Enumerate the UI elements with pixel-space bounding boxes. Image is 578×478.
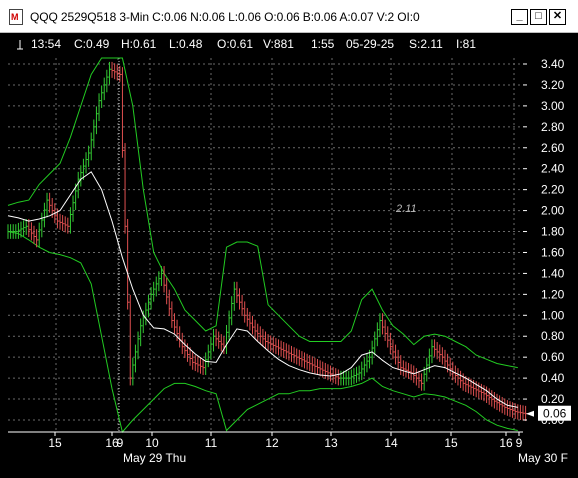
- price-axis-label: 2.40: [541, 162, 565, 176]
- window-titlebar[interactable]: M QQQ 2529Q518 3-Min C:0.06 N:0.06 L:0.0…: [0, 0, 578, 33]
- last-price-label: 0.06: [543, 407, 567, 421]
- time-axis-label: 16: [499, 436, 513, 450]
- price-axis-label: 1.40: [541, 266, 565, 280]
- date-label: May 29 Thu: [123, 451, 186, 465]
- close-button[interactable]: ✕: [549, 9, 566, 25]
- info-i-value: I:81: [456, 37, 476, 51]
- time-axis[interactable]: 15 16 10 11 12 13 14 15 16 99May 29 Thu May 30 F: [8, 431, 568, 465]
- maximize-button[interactable]: □: [530, 9, 547, 25]
- price-chart[interactable]: 13:54 C:0.49 H:0.61 L:0.48 O:0.61 V:881 …: [0, 33, 578, 473]
- window-title: QQQ 2529Q518 3-Min C:0.06 N:0.06 L:0.06 …: [30, 10, 420, 24]
- time-axis-label: 9: [117, 436, 124, 450]
- price-axis-label: 1.00: [541, 308, 565, 322]
- price-axis-label: 2.80: [541, 120, 565, 134]
- last-price-arrow: [526, 410, 534, 417]
- time-axis-label: 9: [516, 436, 523, 450]
- info-bar-time: 1:55: [311, 37, 335, 51]
- chart-grid: [8, 58, 523, 432]
- info-high: H:0.61: [121, 37, 157, 51]
- info-date: 05-29-25: [346, 37, 394, 51]
- price-axis-label: 2.00: [541, 204, 565, 218]
- band-lines: [7, 57, 518, 434]
- chart-area[interactable]: 13:54 C:0.49 H:0.61 L:0.48 O:0.61 V:881 …: [0, 33, 578, 473]
- price-axis-label: 1.60: [541, 245, 565, 259]
- info-volume: V:881: [263, 37, 294, 51]
- info-low: L:0.48: [169, 37, 203, 51]
- minimize-button[interactable]: _: [511, 9, 528, 25]
- price-axis-label: 2.60: [541, 141, 565, 155]
- time-axis-label: 12: [265, 436, 279, 450]
- info-time: 13:54: [31, 37, 61, 51]
- price-bars: [7, 61, 528, 422]
- time-axis-label: 15: [444, 436, 458, 450]
- price-axis-label: 2.20: [541, 183, 565, 197]
- price-axis-label: 1.20: [541, 287, 565, 301]
- average-line: [7, 171, 518, 408]
- time-axis-label: 10: [145, 436, 159, 450]
- app-icon: M: [9, 9, 23, 25]
- average-line-path: [7, 171, 518, 408]
- time-axis-label: 11: [205, 436, 218, 450]
- time-axis-label: 13: [324, 436, 338, 450]
- date-label: May 30 F: [518, 451, 568, 465]
- chart-annotation: 2.11: [395, 203, 417, 215]
- price-axis-label: 0.60: [541, 350, 565, 364]
- info-bar: 13:54 C:0.49 H:0.61 L:0.48 O:0.61 V:881 …: [17, 37, 476, 51]
- price-axis-label: 0.20: [541, 392, 565, 406]
- price-axis-label: 3.00: [541, 99, 565, 113]
- info-close: C:0.49: [74, 37, 110, 51]
- time-axis-label: 15: [48, 436, 62, 450]
- info-s-value: S:2.11: [409, 37, 443, 51]
- info-open: O:0.61: [217, 37, 253, 51]
- price-axis-label: 1.80: [541, 225, 565, 239]
- price-axis-label: 0.80: [541, 329, 565, 343]
- price-axis-label: 3.20: [541, 78, 565, 92]
- app-icon-letter: M: [11, 12, 19, 22]
- price-axis[interactable]: 3.40 3.20 3.00 2.80 2.60 2.40 2.20 2.00 1.80 1.60…: [523, 57, 571, 427]
- time-axis-label: 14: [384, 436, 398, 450]
- price-axis-label: 3.40: [541, 57, 565, 71]
- price-axis-label: 0.40: [541, 371, 565, 385]
- upper-band-line: [7, 57, 518, 369]
